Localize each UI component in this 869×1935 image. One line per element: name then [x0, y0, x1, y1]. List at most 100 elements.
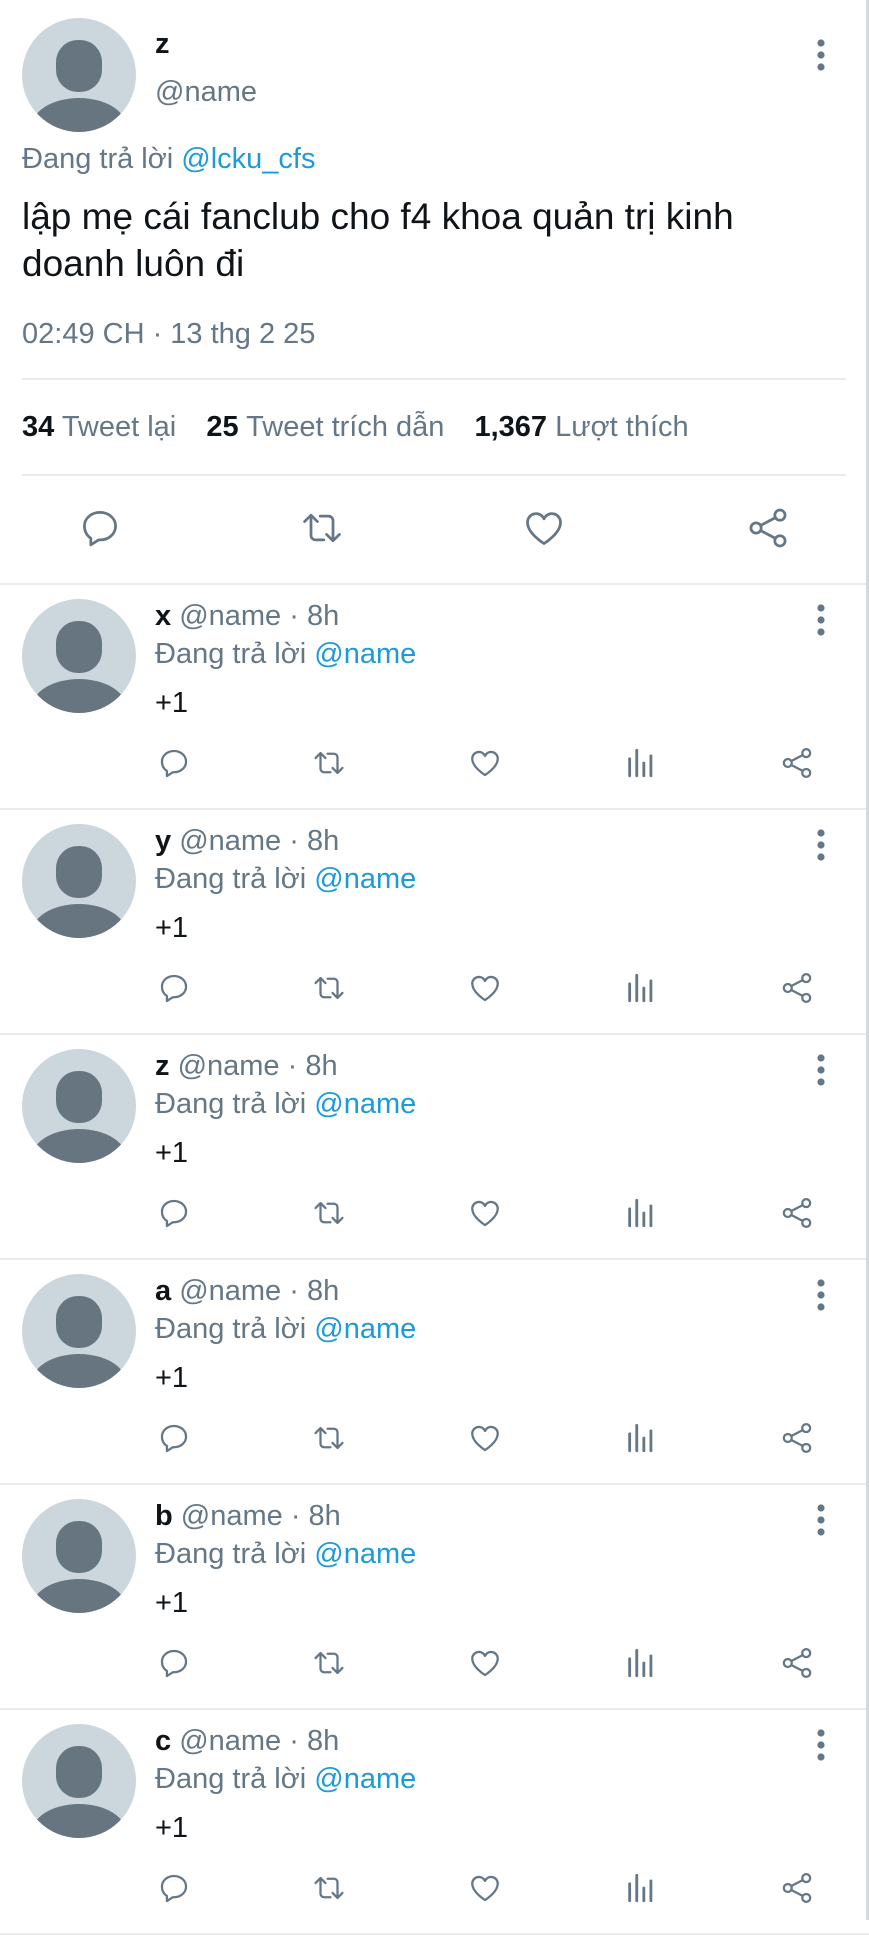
- replying-to-link[interactable]: @name: [314, 1088, 416, 1120]
- reply-author-handle[interactable]: @name: [179, 1725, 281, 1757]
- retweet-icon[interactable]: [312, 1646, 346, 1680]
- like-icon[interactable]: [522, 506, 566, 550]
- analytics-icon[interactable]: [624, 1646, 658, 1680]
- replying-prefix: Đang trả lời: [155, 1088, 307, 1120]
- reply-tweet[interactable]: a @name · 8h Đang trả lời @name +1: [0, 1260, 869, 1485]
- like-icon[interactable]: [468, 746, 502, 780]
- analytics-icon[interactable]: [624, 1421, 658, 1455]
- reply-tweet[interactable]: x @name · 8h Đang trả lời @name +1: [0, 585, 869, 810]
- share-icon[interactable]: [746, 506, 790, 550]
- reply-header: x @name · 8h: [155, 600, 339, 633]
- replying-to-link[interactable]: @lcku_cfs: [181, 143, 315, 175]
- more-options-icon[interactable]: [811, 1503, 831, 1537]
- separator-dot: ·: [281, 825, 307, 857]
- analytics-icon[interactable]: [624, 1196, 658, 1230]
- reply-tweet[interactable]: b @name · 8h Đang trả lời @name +1: [0, 1485, 869, 1710]
- reply-icon[interactable]: [157, 746, 191, 780]
- avatar[interactable]: [22, 18, 136, 132]
- reply-author-handle[interactable]: @name: [179, 825, 281, 857]
- replying-to-link[interactable]: @name: [314, 863, 416, 895]
- reply-time[interactable]: 8h: [307, 600, 339, 632]
- replying-to-line: Đang trả lời @name: [155, 1313, 416, 1346]
- reply-author-name[interactable]: x: [155, 600, 171, 632]
- reply-time[interactable]: 8h: [307, 825, 339, 857]
- reply-author-name[interactable]: c: [155, 1725, 171, 1757]
- tweet-author-name[interactable]: z: [155, 28, 170, 61]
- reply-author-name[interactable]: b: [155, 1500, 173, 1532]
- reply-tweet[interactable]: y @name · 8h Đang trả lời @name +1: [0, 810, 869, 1035]
- tweet-timestamp[interactable]: 02:49 CH · 13 thg 2 25: [22, 318, 315, 351]
- analytics-icon[interactable]: [624, 746, 658, 780]
- share-icon[interactable]: [780, 1871, 814, 1905]
- replies-list: x @name · 8h Đang trả lời @name +1 y @na…: [0, 585, 869, 1935]
- reply-icon[interactable]: [157, 1196, 191, 1230]
- like-icon[interactable]: [468, 1196, 502, 1230]
- avatar[interactable]: [22, 1499, 136, 1613]
- likes-stat[interactable]: 1,367 Lượt thích: [474, 411, 688, 443]
- reply-icon[interactable]: [157, 1421, 191, 1455]
- reply-tweet[interactable]: c @name · 8h Đang trả lời @name +1: [0, 1710, 869, 1935]
- tweet-author-handle[interactable]: @name: [155, 76, 257, 109]
- reply-time[interactable]: 8h: [307, 1725, 339, 1757]
- retweets-stat[interactable]: 34 Tweet lại: [22, 411, 176, 443]
- more-options-icon[interactable]: [811, 1728, 831, 1762]
- analytics-icon[interactable]: [624, 971, 658, 1005]
- avatar[interactable]: [22, 1724, 136, 1838]
- avatar[interactable]: [22, 824, 136, 938]
- avatar[interactable]: [22, 1049, 136, 1163]
- avatar[interactable]: [22, 1274, 136, 1388]
- reply-author-name[interactable]: a: [155, 1275, 171, 1307]
- reply-author-handle[interactable]: @name: [178, 1050, 280, 1082]
- reply-icon[interactable]: [157, 1871, 191, 1905]
- reply-header: z @name · 8h: [155, 1050, 338, 1083]
- like-icon[interactable]: [468, 1871, 502, 1905]
- share-icon[interactable]: [780, 746, 814, 780]
- reply-author-handle[interactable]: @name: [181, 1500, 283, 1532]
- reply-author-handle[interactable]: @name: [179, 600, 281, 632]
- reply-time[interactable]: 8h: [305, 1050, 337, 1082]
- analytics-icon[interactable]: [624, 1871, 658, 1905]
- retweet-icon[interactable]: [312, 1421, 346, 1455]
- like-icon[interactable]: [468, 1421, 502, 1455]
- avatar[interactable]: [22, 599, 136, 713]
- retweet-icon[interactable]: [312, 746, 346, 780]
- reply-author-handle[interactable]: @name: [179, 1275, 281, 1307]
- tweet-stats: 34 Tweet lại 25 Tweet trích dẫn 1,367 Lư…: [22, 411, 711, 444]
- replying-to-link[interactable]: @name: [314, 1763, 416, 1795]
- replying-prefix: Đang trả lời: [155, 1313, 307, 1345]
- share-icon[interactable]: [780, 971, 814, 1005]
- reply-header: b @name · 8h: [155, 1500, 341, 1533]
- reply-icon[interactable]: [157, 1646, 191, 1680]
- retweet-icon[interactable]: [312, 971, 346, 1005]
- reply-author-name[interactable]: y: [155, 825, 171, 857]
- retweet-icon[interactable]: [312, 1871, 346, 1905]
- like-icon[interactable]: [468, 1646, 502, 1680]
- more-options-icon[interactable]: [811, 828, 831, 862]
- replying-to-link[interactable]: @name: [314, 1313, 416, 1345]
- reply-time[interactable]: 8h: [307, 1275, 339, 1307]
- reply-icon[interactable]: [157, 971, 191, 1005]
- reply-time[interactable]: 8h: [309, 1500, 341, 1532]
- more-options-icon[interactable]: [811, 603, 831, 637]
- reply-author-name[interactable]: z: [155, 1050, 170, 1082]
- reply-text: +1: [155, 1587, 189, 1619]
- share-icon[interactable]: [780, 1196, 814, 1230]
- replying-to-line: Đang trả lời @name: [155, 863, 416, 896]
- reply-tweet[interactable]: z @name · 8h Đang trả lời @name +1: [0, 1035, 869, 1260]
- more-options-icon[interactable]: [811, 38, 831, 72]
- quotes-stat[interactable]: 25 Tweet trích dẫn: [206, 411, 444, 443]
- replying-prefix: Đang trả lời: [22, 143, 174, 175]
- retweet-icon[interactable]: [300, 506, 344, 550]
- more-options-icon[interactable]: [811, 1053, 831, 1087]
- replying-to-link[interactable]: @name: [314, 1538, 416, 1570]
- separator-dot: ·: [279, 1050, 306, 1082]
- share-icon[interactable]: [780, 1646, 814, 1680]
- share-icon[interactable]: [780, 1421, 814, 1455]
- likes-label: Lượt thích: [555, 411, 689, 443]
- more-options-icon[interactable]: [811, 1278, 831, 1312]
- retweet-icon[interactable]: [312, 1196, 346, 1230]
- likes-count: 1,367: [474, 411, 548, 443]
- reply-icon[interactable]: [78, 506, 122, 550]
- replying-to-link[interactable]: @name: [314, 638, 416, 670]
- like-icon[interactable]: [468, 971, 502, 1005]
